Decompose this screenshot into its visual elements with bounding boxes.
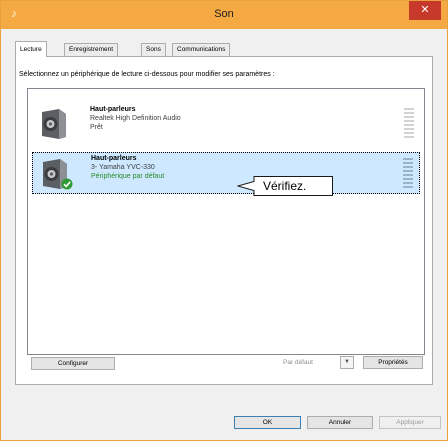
device-status: Périphérique par défaut	[91, 173, 165, 180]
device-item-yamaha[interactable]: Haut-parleurs 3- Yamaha YVC-330 Périphér…	[32, 152, 420, 194]
set-default-dropdown[interactable]: ▼	[340, 356, 354, 369]
device-name: Haut-parleurs	[90, 106, 136, 113]
tab-lecture[interactable]: Lecture	[15, 41, 47, 57]
ok-button[interactable]: OK	[234, 416, 301, 429]
title-bar[interactable]: ♪ Son ✕	[1, 1, 447, 29]
device-status: Prêt	[90, 124, 103, 131]
properties-button[interactable]: Propriétés	[363, 356, 423, 369]
sound-dialog: ♪ Son ✕ Lecture Enregistrement Sons Comm…	[0, 0, 448, 441]
tab-sons[interactable]: Sons	[141, 43, 166, 56]
device-list[interactable]: Haut-parleurs Realtek High Definition Au…	[27, 88, 425, 355]
device-name: Haut-parleurs	[91, 155, 137, 162]
volume-meter	[403, 158, 413, 188]
speaker-device-icon	[42, 109, 66, 139]
device-driver: Realtek High Definition Audio	[90, 115, 181, 122]
device-driver: 3- Yamaha YVC-330	[91, 164, 155, 171]
cancel-button[interactable]: Annuler	[307, 416, 373, 429]
instruction-text: Sélectionnez un périphérique de lecture …	[19, 71, 275, 78]
tab-communications[interactable]: Communications	[172, 43, 231, 56]
annotation-label: Vérifiez.	[263, 179, 307, 193]
default-check-icon	[61, 178, 73, 190]
close-button[interactable]: ✕	[409, 1, 441, 20]
set-default-label[interactable]: Par défaut	[283, 359, 313, 366]
tab-enregistrement[interactable]: Enregistrement	[64, 43, 119, 56]
device-item-realtek[interactable]: Haut-parleurs Realtek High Definition Au…	[32, 103, 420, 145]
apply-button[interactable]: Appliquer	[379, 416, 441, 429]
window-title: Son	[214, 8, 234, 20]
volume-meter	[404, 108, 414, 138]
configure-button[interactable]: Configurer	[31, 357, 115, 370]
